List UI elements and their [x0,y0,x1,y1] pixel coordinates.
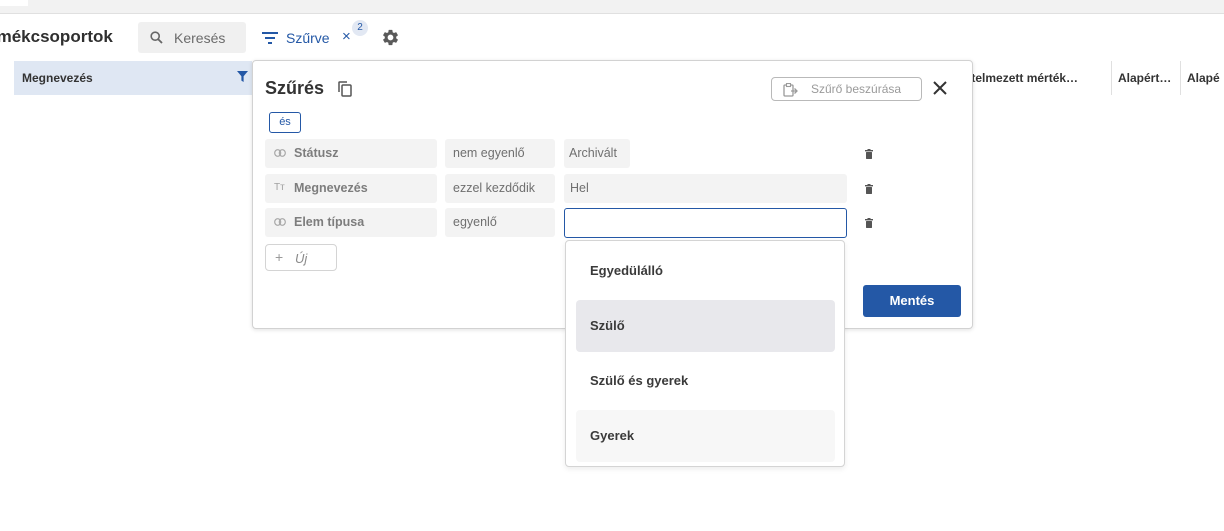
search-input[interactable] [174,28,242,48]
logic-operator-badge[interactable]: és [269,112,301,133]
dropdown-option-child[interactable]: Gyerek [576,410,835,462]
rule-field-status[interactable]: Státusz [265,139,437,168]
link-icon [274,218,286,226]
rule-operator-select[interactable]: ezzel kezdődik [445,174,555,203]
delete-rule-icon[interactable] [865,149,873,159]
rule-field-label: Elem típusa [294,215,365,229]
delete-rule-icon[interactable] [865,184,873,194]
filter-toggle-button[interactable]: Szűrve [262,27,330,49]
paste-filter-label: Szűrő beszúrása [811,82,902,96]
value-dropdown: Egyedülálló Szülő Szülő és gyerek Gyerek [565,240,845,467]
rule-operator-select[interactable]: egyenlő [445,208,555,237]
filter-panel-title: Szűrés [265,78,325,98]
search-box[interactable] [138,22,246,53]
page-title: rmékcsoportok [0,27,113,46]
rule-value-input-active[interactable] [564,208,847,238]
save-button[interactable]: Mentés [863,285,961,317]
filter-lines-icon [262,32,278,44]
text-type-icon: Tт [274,182,285,193]
dropdown-option-parent[interactable]: Szülő [576,300,835,352]
rule-value-select[interactable]: Archivált [564,139,630,168]
add-rule-label: Új [295,251,308,266]
rule-value-input[interactable]: Hel [564,174,847,203]
search-icon [150,31,163,44]
gear-icon[interactable] [381,28,400,47]
column-header-name[interactable]: Megnevezés [14,61,252,95]
rule-field-item-type[interactable]: Elem típusa [265,208,437,237]
rule-field-label: Megnevezés [294,181,368,195]
top-bar-tab [0,0,28,6]
dropdown-option-standalone[interactable]: Egyedülálló [576,245,835,297]
add-rule-button[interactable]: + Új [265,244,337,271]
plus-icon: + [275,249,284,265]
dropdown-option-parent-and-child[interactable]: Szülő és gyerek [576,355,835,407]
filter-toggle-label: Szűrve [286,30,330,46]
filter-count-badge: 2 [352,20,368,36]
browser-top-bar [0,0,1224,14]
rule-field-label: Státusz [294,146,339,160]
column-header-default-2[interactable]: Alapért… [1111,61,1179,95]
close-icon[interactable] [932,80,948,96]
column-header-default-3[interactable]: Alapé [1180,61,1224,95]
copy-icon[interactable] [338,81,352,97]
column-header-default-unit[interactable]: értelmezett mérték… [960,61,1108,95]
clear-filter-icon[interactable]: × [342,29,351,45]
column-filter-funnel-icon[interactable] [237,71,248,82]
rule-field-name[interactable]: Tт Megnevezés [265,174,437,203]
link-icon [274,149,286,157]
delete-rule-icon[interactable] [865,218,873,228]
paste-clipboard-icon [783,83,798,97]
rule-operator-select[interactable]: nem egyenlő [445,139,555,168]
paste-filter-button[interactable]: Szűrő beszúrása [771,77,922,101]
